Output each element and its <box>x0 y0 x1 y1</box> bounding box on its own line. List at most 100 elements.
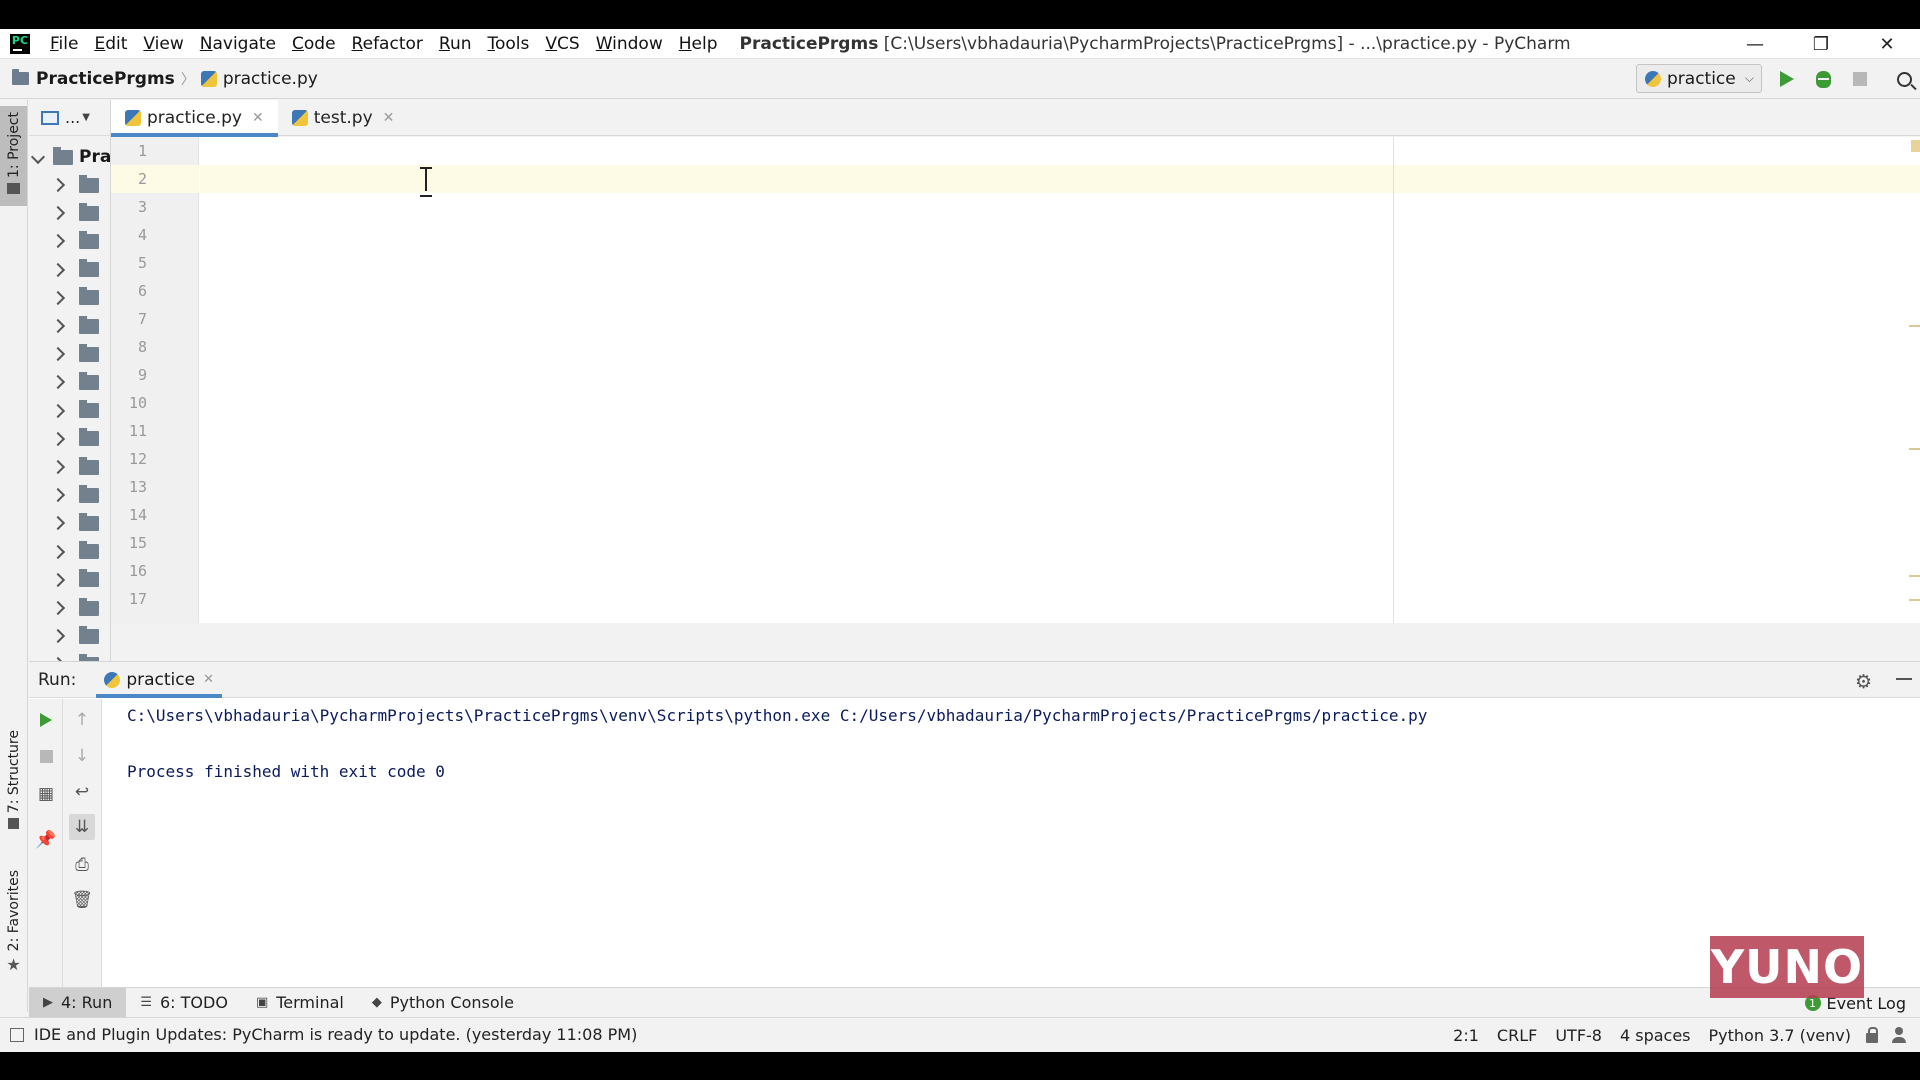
close-run-tab-icon[interactable]: ✕ <box>203 672 214 687</box>
run-console-output[interactable]: C:\Users\vbhadauria\PycharmProjects\Prac… <box>127 702 1427 786</box>
tree-folder-item[interactable] <box>50 594 99 622</box>
error-stripe-mark[interactable] <box>1909 325 1920 327</box>
search-everywhere-button[interactable] <box>1893 68 1915 90</box>
tree-folder-item[interactable] <box>50 397 99 425</box>
rerun-button[interactable] <box>33 707 59 733</box>
status-message[interactable]: IDE and Plugin Updates: PyCharm is ready… <box>34 1025 637 1044</box>
line-separator[interactable]: CRLF <box>1497 1026 1537 1045</box>
tree-folder-item[interactable] <box>50 171 99 199</box>
error-stripe[interactable] <box>1909 137 1920 623</box>
menu-refactor[interactable]: Refactor <box>344 34 431 54</box>
print-button[interactable]: ⎙ <box>69 852 95 878</box>
tab-practice-py[interactable]: practice.py ✕ <box>111 100 278 137</box>
run-button[interactable] <box>1776 68 1798 90</box>
chevron-right-icon[interactable] <box>50 375 66 390</box>
tree-root-project[interactable]: Pra <box>30 143 110 171</box>
caret-position[interactable]: 2:1 <box>1453 1026 1479 1045</box>
menu-navigate[interactable]: Navigate <box>192 34 284 54</box>
scroll-up-button[interactable]: ↑ <box>69 707 95 733</box>
tree-folder-item[interactable] <box>50 481 99 509</box>
chevron-right-icon[interactable] <box>50 544 66 559</box>
tree-folder-item[interactable] <box>50 199 99 227</box>
menu-file[interactable]: File <box>42 34 86 54</box>
restore-window-button[interactable]: ❐ <box>1788 29 1854 59</box>
minimize-window-button[interactable]: — <box>1722 29 1788 59</box>
tree-folder-item[interactable] <box>50 538 99 566</box>
chevron-right-icon[interactable] <box>50 177 66 193</box>
breadcrumb-project[interactable]: PracticePrgms <box>12 69 175 89</box>
tree-folder-item[interactable] <box>50 509 99 537</box>
chevron-right-icon[interactable] <box>50 431 66 446</box>
tool-tab-python-console[interactable]: ◆ Python Console <box>358 988 528 1018</box>
run-tab-practice[interactable]: practice ✕ <box>96 662 222 698</box>
error-stripe-mark[interactable] <box>1909 448 1920 450</box>
debug-button[interactable] <box>1812 68 1834 90</box>
indent-setting[interactable]: 4 spaces <box>1620 1026 1691 1045</box>
hide-panel-icon[interactable] <box>1896 678 1912 680</box>
tab-test-py[interactable]: test.py ✕ <box>278 100 409 136</box>
menu-view[interactable]: View <box>135 34 191 54</box>
chevron-right-icon[interactable] <box>50 206 66 221</box>
error-stripe-mark[interactable] <box>1909 599 1920 601</box>
gear-icon[interactable]: ⚙ <box>1855 671 1872 693</box>
menu-window[interactable]: Window <box>588 34 671 54</box>
stop-run-button[interactable] <box>33 743 59 769</box>
expand-arrow-icon[interactable] <box>30 149 46 165</box>
favorites-tool-button[interactable]: 2: Favorites ★ <box>0 870 27 980</box>
tree-folder-item[interactable] <box>50 622 99 650</box>
python-file-icon <box>125 110 141 126</box>
menu-help[interactable]: Help <box>671 34 726 54</box>
soft-wrap-button[interactable]: ↩ <box>69 779 95 805</box>
file-encoding[interactable]: UTF-8 <box>1555 1026 1602 1045</box>
tree-folder-item[interactable] <box>50 227 99 255</box>
tree-folder-item[interactable] <box>50 312 99 340</box>
structure-tool-button[interactable]: 7: Structure <box>0 730 27 840</box>
menu-vcs[interactable]: VCS <box>537 34 587 54</box>
close-window-button[interactable]: ✕ <box>1854 29 1920 59</box>
chevron-right-icon[interactable] <box>50 403 66 418</box>
lock-icon[interactable] <box>1866 1027 1878 1043</box>
chevron-right-icon[interactable] <box>50 600 66 616</box>
run-configuration-select[interactable]: practice ⌵ <box>1636 64 1762 93</box>
python-interpreter[interactable]: Python 3.7 (venv) <box>1709 1026 1851 1045</box>
chevron-right-icon[interactable] <box>50 262 66 277</box>
chevron-right-icon[interactable] <box>50 572 66 587</box>
project-view-selector[interactable]: ... ▼ <box>29 100 110 136</box>
clear-all-button[interactable]: 🗑 <box>69 887 95 913</box>
tool-tab-terminal[interactable]: ▣ Terminal <box>242 988 358 1018</box>
chevron-right-icon[interactable] <box>50 318 66 334</box>
close-tab-icon[interactable]: ✕ <box>252 110 264 126</box>
error-stripe-mark[interactable] <box>1909 575 1920 577</box>
chevron-right-icon[interactable] <box>50 516 66 531</box>
menu-tools[interactable]: Tools <box>480 34 538 54</box>
tool-tab-run[interactable]: ▶ 4: Run <box>29 987 127 1018</box>
tree-folder-item[interactable] <box>50 368 99 396</box>
breadcrumb-file[interactable]: practice.py <box>200 69 318 89</box>
restore-layout-button[interactable]: ▦ <box>33 781 59 807</box>
project-tool-button[interactable]: 1: Project <box>0 106 27 206</box>
tree-folder-item[interactable] <box>50 340 99 368</box>
tree-folder-item[interactable] <box>50 425 99 453</box>
chevron-right-icon[interactable] <box>50 347 66 362</box>
inspector-person-icon[interactable] <box>1892 1027 1906 1043</box>
close-tab-icon[interactable]: ✕ <box>383 110 395 126</box>
code-editor[interactable]: 1 2 3 4 5 6 7 8 9 10 11 12 13 14 15 16 17 <box>111 137 1920 623</box>
menu-edit[interactable]: Edit <box>86 34 135 54</box>
toggle-tool-windows-icon[interactable] <box>10 1027 24 1042</box>
menu-run[interactable]: Run <box>431 34 480 54</box>
chevron-right-icon[interactable] <box>50 488 66 503</box>
chevron-right-icon[interactable] <box>50 290 66 305</box>
scroll-to-end-button[interactable]: ⇊ <box>69 814 95 840</box>
pin-tab-button[interactable]: 📌 <box>33 827 59 853</box>
chevron-right-icon[interactable] <box>50 234 66 249</box>
tree-folder-item[interactable] <box>50 453 99 481</box>
scroll-down-button[interactable]: ↓ <box>69 743 95 769</box>
tree-folder-item[interactable] <box>50 566 99 594</box>
tool-tab-todo[interactable]: ☰ 6: TODO <box>126 988 242 1018</box>
tree-folder-item[interactable] <box>50 284 99 312</box>
chevron-right-icon[interactable] <box>50 459 66 475</box>
tree-folder-item[interactable] <box>50 256 99 284</box>
chevron-right-icon[interactable] <box>50 629 66 644</box>
menu-code[interactable]: Code <box>284 34 344 54</box>
stop-button[interactable] <box>1849 68 1871 90</box>
